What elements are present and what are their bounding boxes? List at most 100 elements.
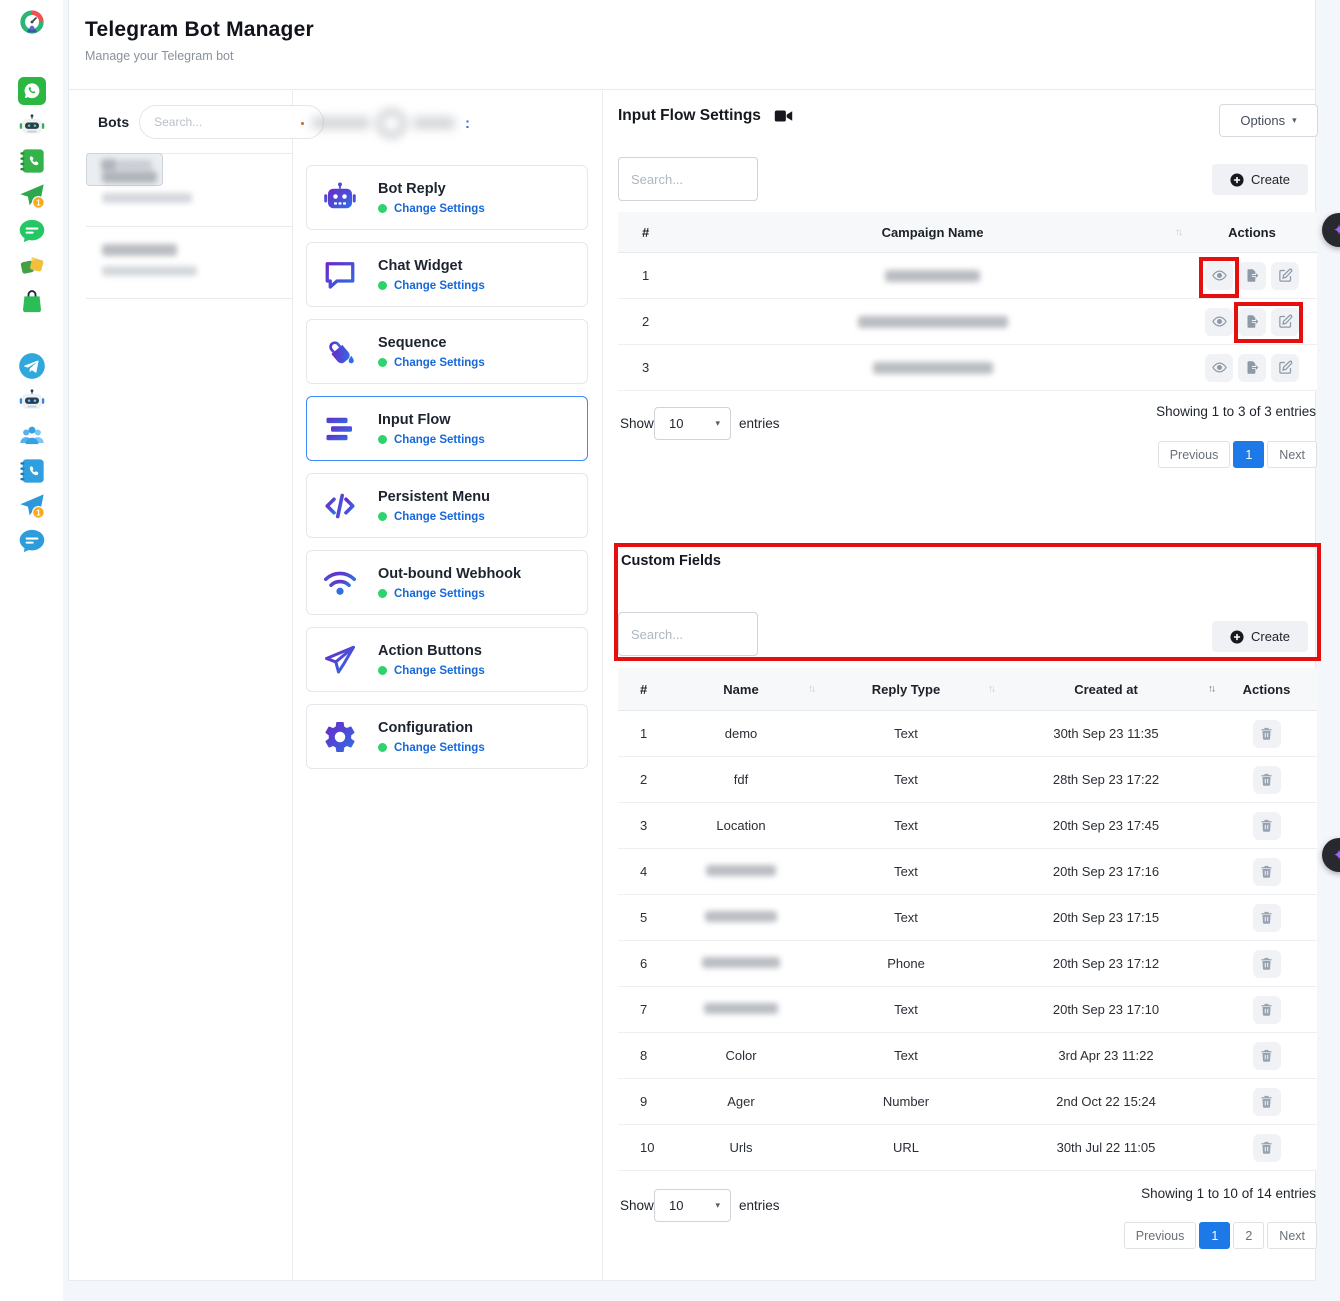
reply-type: URL [816,1140,996,1155]
status-dot [378,589,387,598]
settings-card-persistent-menu[interactable]: Persistent Menu Change Settings [306,473,588,538]
edit-button[interactable] [1271,262,1299,290]
view-button[interactable] [1205,354,1233,382]
custom-fields-create-button[interactable]: Create [1212,621,1308,652]
content-area: Input Flow Settings Options▾ Create # Ca… [618,91,1317,1280]
avatar [378,110,405,137]
previous-page-button[interactable]: Previous [1124,1222,1197,1249]
page-1-button[interactable]: 1 [1199,1222,1230,1249]
settings-card-outbound-webhook[interactable]: Out-bound Webhook Change Settings [306,550,588,615]
next-page-button[interactable]: Next [1267,1222,1317,1249]
colon-text: : [465,115,470,132]
change-settings-link[interactable]: Change Settings [394,665,485,677]
paper-plane-icon [322,642,358,678]
settings-card-chat-widget[interactable]: Chat Widget Change Settings [306,242,588,307]
change-settings-link[interactable]: Change Settings [394,588,485,600]
row-number: 3 [618,818,666,833]
campaign-send-blue-icon[interactable]: 1 [18,492,46,520]
telegram-icon[interactable] [18,352,46,380]
store-bag-icon[interactable] [18,287,46,315]
contacts-book-blue-icon[interactable] [18,457,46,485]
reply-type: Text [816,1002,996,1017]
sort-icon-active[interactable]: ↑↓ [1208,684,1214,695]
col-name: Name [723,682,758,697]
robot-blue-icon[interactable] [18,387,46,415]
bot-list-item[interactable] [86,226,292,299]
campaign-send-green-icon[interactable]: 1 [18,182,46,210]
settings-card-configuration[interactable]: Configuration Change Settings [306,704,588,769]
show-label: Show [620,1198,654,1213]
previous-page-button[interactable]: Previous [1158,441,1231,468]
page-2-button[interactable]: 2 [1233,1222,1264,1249]
next-page-button[interactable]: Next [1267,441,1317,468]
delete-button[interactable] [1253,904,1281,932]
entries-label: entries [739,416,780,431]
delete-button[interactable] [1253,720,1281,748]
delete-button[interactable] [1253,950,1281,978]
chat-green-icon[interactable] [18,217,46,245]
dashboard-gauge-icon[interactable] [18,8,46,36]
settings-card-input-flow[interactable]: Input Flow Change Settings [306,396,588,461]
whatsapp-icon[interactable] [18,77,46,105]
view-button[interactable] [1205,262,1233,290]
export-button[interactable] [1238,354,1266,382]
settings-card-bot-reply[interactable]: Bot Reply Change Settings [306,165,588,230]
reply-type: Text [816,910,996,925]
sort-icon[interactable]: ↑↓ [988,684,994,695]
redacted-campaign-name [873,362,993,374]
assistant-button[interactable]: ✦ [1322,213,1340,247]
change-settings-link[interactable]: Change Settings [394,357,485,369]
export-button[interactable] [1238,308,1266,336]
gear-icon [322,719,358,755]
delete-button[interactable] [1253,1088,1281,1116]
edit-pencil-icon [1278,360,1293,375]
delete-button[interactable] [1253,766,1281,794]
settings-card-action-buttons[interactable]: Action Buttons Change Settings [306,627,588,692]
contacts-book-green-icon[interactable] [18,147,46,175]
export-button[interactable] [1238,262,1266,290]
change-settings-link[interactable]: Change Settings [394,742,485,754]
status-dot [378,281,387,290]
edit-button[interactable] [1271,354,1299,382]
robot-green-icon[interactable] [18,112,46,140]
flow-create-button[interactable]: Create [1212,164,1308,195]
chat-blue-icon[interactable] [18,527,46,555]
integrations-puzzle-icon[interactable] [18,252,46,280]
settings-card-sequence[interactable]: Sequence Change Settings [306,319,588,384]
custom-fields-search-input[interactable] [618,612,758,656]
sort-icon[interactable]: ↑↓ [808,684,814,695]
delete-button[interactable] [1253,858,1281,886]
reply-type: Phone [816,956,996,971]
options-button[interactable]: Options▾ [1219,104,1318,137]
change-settings-link[interactable]: Change Settings [394,280,485,292]
flow-search-input[interactable] [618,157,758,201]
page-size-select[interactable]: 10▾ [654,1189,731,1222]
page-1-button[interactable]: 1 [1233,441,1264,468]
delete-button[interactable] [1253,1042,1281,1070]
sort-icon[interactable]: ↑↓ [1175,227,1181,238]
custom-field-row: 5 Text 20th Sep 23 17:15 [618,895,1317,941]
redacted-campaign-name [885,270,980,282]
card-title: Chat Widget [378,258,485,274]
page-size-select[interactable]: 10▾ [654,407,731,440]
delete-button[interactable] [1253,812,1281,840]
change-settings-link[interactable]: Change Settings [394,434,485,446]
view-button[interactable] [1205,308,1233,336]
delete-button[interactable] [1253,1134,1281,1162]
selected-bot-header: : [301,103,470,143]
card-title: Input Flow [378,412,485,428]
change-settings-link[interactable]: Change Settings [394,203,485,215]
row-number: 6 [618,956,666,971]
app-icon-rail: 1 1 [0,0,63,1301]
redacted-field-name [705,911,777,922]
redacted-bot-name [102,244,177,256]
edit-button[interactable] [1271,308,1299,336]
video-camera-icon[interactable] [774,108,793,124]
group-blue-icon[interactable] [18,422,46,450]
change-settings-link[interactable]: Change Settings [394,511,485,523]
settings-menu: : Bot Reply Change Settings Chat Widget … [293,91,603,1280]
assistant-button[interactable]: ✦ [1322,838,1340,872]
status-dot [378,512,387,521]
reply-type: Number [816,1094,996,1109]
delete-button[interactable] [1253,996,1281,1024]
